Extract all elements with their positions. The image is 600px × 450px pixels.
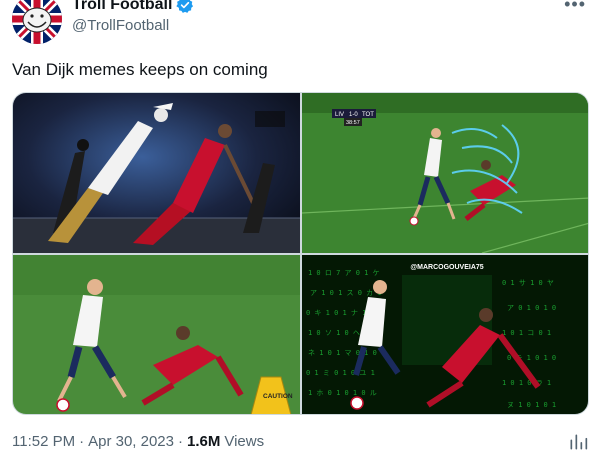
scoreboard-score: 1-0 xyxy=(349,112,358,118)
svg-text:0 1 ミ 0 1 0 ユ 1: 0 1 ミ 0 1 0 ユ 1 xyxy=(306,369,375,377)
meta-separator-2: · xyxy=(178,433,183,450)
scoreboard-away: TOT xyxy=(362,112,374,118)
analytics-icon[interactable] xyxy=(568,432,588,450)
svg-text:1 0 1 0 ラ 1: 1 0 1 0 ラ 1 xyxy=(502,379,551,387)
meta-separator: · xyxy=(79,433,85,450)
media-grid: LIV 1-0 TOT 38:57 CAUTION 1 0 ロ 7 ア 0 1 … xyxy=(12,92,589,415)
avatar[interactable] xyxy=(12,0,62,44)
tweet-text: Van Dijk memes keeps on coming xyxy=(12,60,268,79)
svg-text:0 1 サ 1 0 ヤ: 0 1 サ 1 0 ヤ xyxy=(502,279,554,287)
media-panel-matrix[interactable]: 1 0 ロ 7 ア 0 1 ケ ア 1 0 1 ス 0 カ 1 0 キ 1 0 … xyxy=(302,255,588,414)
svg-text:1 0 1 コ 0 1: 1 0 1 コ 0 1 xyxy=(502,329,551,337)
author-name-row: Troll Football xyxy=(72,0,194,14)
more-horizontal-icon[interactable]: ••• xyxy=(564,0,586,15)
scoreboard-home: LIV xyxy=(335,112,344,118)
views-label: Views xyxy=(224,433,265,450)
media-panel-wet-floor[interactable]: CAUTION xyxy=(13,255,300,414)
svg-text:1 0 ロ 7 ア 0 1 ケ: 1 0 ロ 7 ア 0 1 ケ xyxy=(308,269,380,277)
svg-text:ヌ 1 0 1 0 1: ヌ 1 0 1 0 1 xyxy=(507,401,556,409)
scoreboard-clock: 38:57 xyxy=(346,120,360,126)
tweet-meta: 11:52 PM · Apr 30, 2023 · 1.6M Views xyxy=(12,433,264,450)
caution-sign-text: CAUTION xyxy=(263,393,293,400)
tweet-header: Troll Football @TrollFootball ••• xyxy=(12,0,592,48)
svg-text:ア 1 0 1 ス 0 カ 1: ア 1 0 1 ス 0 カ 1 xyxy=(310,289,382,297)
tweet-time[interactable]: 11:52 PM xyxy=(12,433,75,450)
author-display-name[interactable]: Troll Football xyxy=(72,0,172,14)
matrix-watermark: @MARCOGOUVEIA75 xyxy=(410,264,483,271)
author-handle[interactable]: @TrollFootball xyxy=(72,17,169,34)
media-panel-lean[interactable] xyxy=(13,93,300,253)
verified-badge-icon xyxy=(176,0,194,14)
views-count: 1.6M xyxy=(187,433,221,450)
tweet-date[interactable]: Apr 30, 2023 xyxy=(88,433,174,450)
troll-face-union-jack-avatar-icon xyxy=(12,0,62,44)
svg-text:ア 0 1 0 1 0: ア 0 1 0 1 0 xyxy=(507,304,556,312)
svg-text:ネ 1 0 1 マ 0 1 0: ネ 1 0 1 マ 0 1 0 xyxy=(308,349,377,357)
svg-text:1 ホ 0 1 0 1 0 ル: 1 ホ 0 1 0 1 0 ル xyxy=(308,389,377,397)
media-panel-hologram[interactable]: LIV 1-0 TOT 38:57 xyxy=(302,93,588,253)
